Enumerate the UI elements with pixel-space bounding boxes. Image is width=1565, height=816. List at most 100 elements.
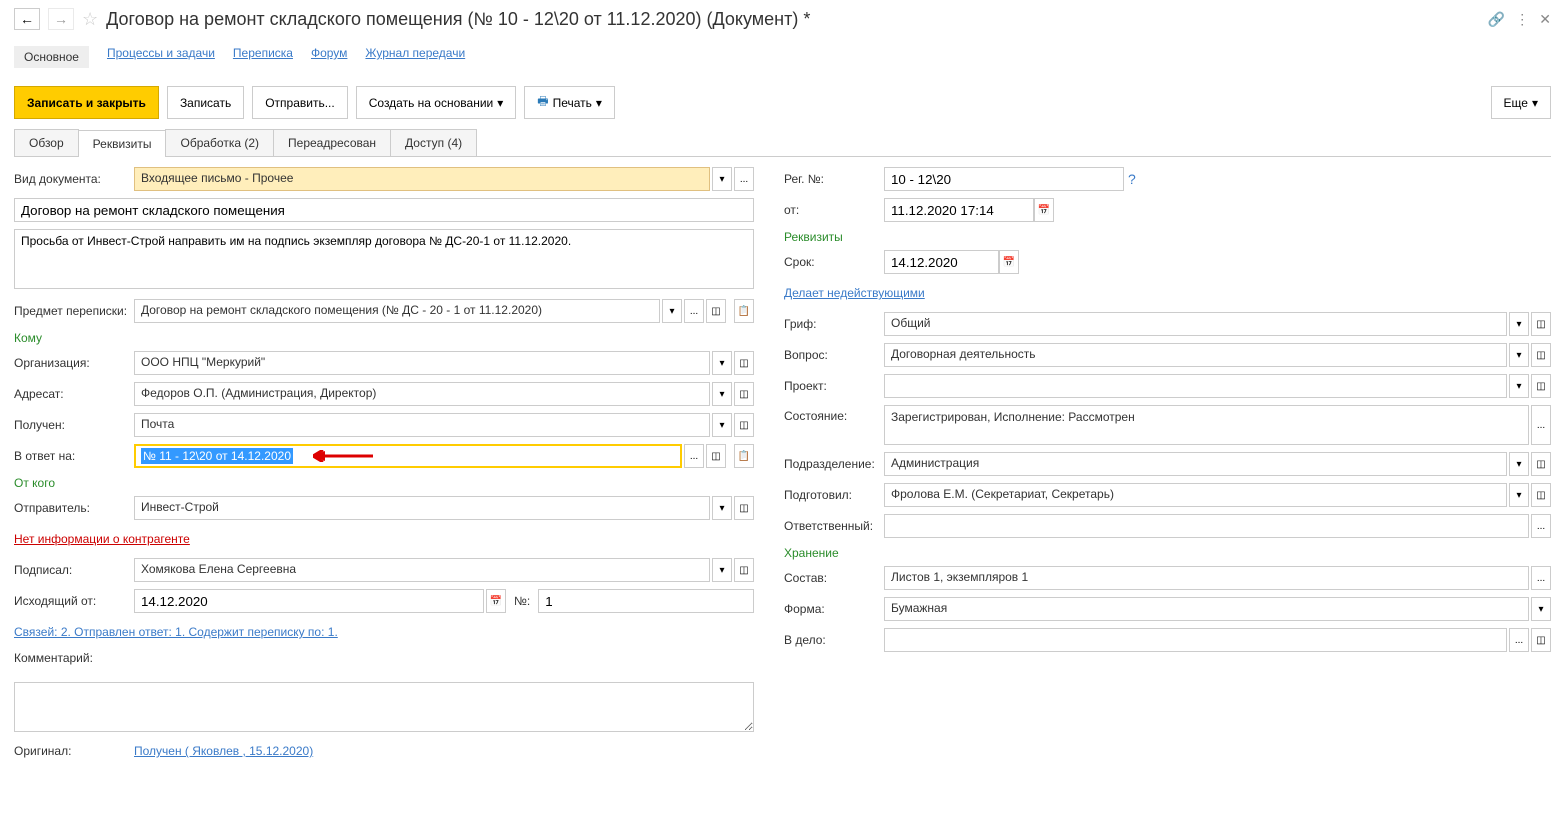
num-input[interactable]	[538, 589, 754, 613]
open-button[interactable]: ◫	[1531, 452, 1551, 476]
invalidates-link[interactable]: Делает недействующими	[784, 286, 925, 300]
dept-label: Подразделение:	[784, 457, 884, 471]
prepared-input[interactable]: Фролова Е.М. (Секретариат, Секретарь)	[884, 483, 1507, 507]
from-label: от:	[784, 203, 884, 217]
otkogo-section-title: От кого	[14, 476, 754, 490]
form-field-input[interactable]: Бумажная	[884, 597, 1529, 621]
open-button[interactable]: ◫	[734, 351, 754, 375]
open-button[interactable]: ◫	[734, 558, 754, 582]
no-contractor-info-link[interactable]: Нет информации о контрагенте	[14, 532, 190, 546]
received-input[interactable]: Почта	[134, 413, 710, 437]
outgoing-from-input[interactable]	[134, 589, 484, 613]
tab-requisites[interactable]: Реквизиты	[78, 130, 167, 157]
to-case-input[interactable]	[884, 628, 1507, 652]
print-button[interactable]: 🖶 Печать ▾	[524, 86, 615, 119]
open-button[interactable]: ◫	[734, 382, 754, 406]
sender-input[interactable]: Инвест-Строй	[134, 496, 710, 520]
from-date-input[interactable]	[884, 198, 1034, 222]
nav-correspondence[interactable]: Переписка	[233, 46, 293, 68]
open-button[interactable]: ◫	[1531, 483, 1551, 507]
chevron-down-icon: ▾	[596, 96, 602, 110]
comment-textarea[interactable]	[14, 682, 754, 732]
org-input[interactable]: ООО НПЦ "Меркурий"	[134, 351, 710, 375]
open-button[interactable]: ◫	[1531, 343, 1551, 367]
copy-button[interactable]: 📋	[734, 444, 754, 468]
open-button[interactable]: ◫	[706, 444, 726, 468]
select-button[interactable]: ...	[1531, 566, 1551, 590]
dropdown-button[interactable]: ▾	[1509, 343, 1529, 367]
composition-label: Состав:	[784, 571, 884, 585]
nav-transfer[interactable]: Журнал передачи	[365, 46, 465, 68]
open-button[interactable]: ◫	[706, 299, 726, 323]
nav-processes[interactable]: Процессы и задачи	[107, 46, 215, 68]
nav-back-button[interactable]: ←	[14, 8, 40, 30]
signed-input[interactable]: Хомякова Елена Сергеевна	[134, 558, 710, 582]
select-button[interactable]: ...	[1531, 405, 1551, 445]
more-button[interactable]: Еще ▾	[1491, 86, 1551, 119]
responsible-input[interactable]	[884, 514, 1529, 538]
tab-forwarded[interactable]: Переадресован	[273, 129, 391, 156]
subject-label: Предмет переписки:	[14, 304, 134, 318]
favorite-star-icon[interactable]: ☆	[82, 9, 98, 30]
tab-access[interactable]: Доступ (4)	[390, 129, 477, 156]
due-input[interactable]	[884, 250, 999, 274]
reg-no-input[interactable]	[884, 167, 1124, 191]
dropdown-button[interactable]: ▾	[1509, 483, 1529, 507]
tab-processing[interactable]: Обработка (2)	[165, 129, 274, 156]
dropdown-button[interactable]: ▾	[712, 167, 732, 191]
dropdown-button[interactable]: ▾	[1509, 374, 1529, 398]
dropdown-button[interactable]: ▾	[1509, 452, 1529, 476]
project-input[interactable]	[884, 374, 1507, 398]
question-input[interactable]: Договорная деятельность	[884, 343, 1507, 367]
select-button[interactable]: ...	[1509, 628, 1529, 652]
copy-button[interactable]: 📋	[734, 299, 754, 323]
calendar-button[interactable]: 📅	[999, 250, 1019, 274]
addressee-input[interactable]: Федоров О.П. (Администрация, Директор)	[134, 382, 710, 406]
links-info-link[interactable]: Связей: 2. Отправлен ответ: 1. Содержит …	[14, 625, 338, 639]
subject-input[interactable]: Договор на ремонт складского помещения (…	[134, 299, 660, 323]
dropdown-button[interactable]: ▾	[712, 351, 732, 375]
select-button[interactable]: ...	[684, 444, 704, 468]
original-link[interactable]: Получен ( Яковлев , 15.12.2020)	[134, 744, 313, 758]
dept-input[interactable]: Администрация	[884, 452, 1507, 476]
menu-icon[interactable]: ⋮	[1515, 11, 1529, 28]
open-button[interactable]: ◫	[1531, 312, 1551, 336]
reply-to-input[interactable]: № 11 - 12\20 от 14.12.2020	[134, 444, 682, 468]
tab-overview[interactable]: Обзор	[14, 129, 79, 156]
dropdown-button[interactable]: ▾	[1509, 312, 1529, 336]
dropdown-button[interactable]: ▾	[712, 413, 732, 437]
open-button[interactable]: ◫	[734, 496, 754, 520]
save-close-button[interactable]: Записать и закрыть	[14, 86, 159, 119]
dropdown-button[interactable]: ▾	[662, 299, 682, 323]
select-button[interactable]: ...	[1531, 514, 1551, 538]
select-button[interactable]: ...	[734, 167, 754, 191]
create-based-button[interactable]: Создать на основании ▾	[356, 86, 517, 119]
send-button[interactable]: Отправить...	[252, 86, 348, 119]
select-button[interactable]: ...	[684, 299, 704, 323]
doc-type-input[interactable]: Входящее письмо - Прочее	[134, 167, 710, 191]
open-button[interactable]: ◫	[1531, 374, 1551, 398]
dropdown-button[interactable]: ▾	[712, 382, 732, 406]
dropdown-button[interactable]: ▾	[712, 558, 732, 582]
state-box[interactable]: Зарегистрирован, Исполнение: Рассмотрен	[884, 405, 1529, 445]
chevron-down-icon: ▾	[497, 96, 503, 110]
save-button[interactable]: Записать	[167, 86, 244, 119]
description-textarea[interactable]: Просьба от Инвест-Строй направить им на …	[14, 229, 754, 289]
link-icon[interactable]: 🔗	[1488, 11, 1505, 28]
open-button[interactable]: ◫	[734, 413, 754, 437]
dropdown-button[interactable]: ▾	[712, 496, 732, 520]
open-button[interactable]: ◫	[1531, 628, 1551, 652]
help-icon[interactable]: ?	[1128, 171, 1136, 187]
calendar-button[interactable]: 📅	[1034, 198, 1054, 222]
grif-input[interactable]: Общий	[884, 312, 1507, 336]
requisites-section-title: Реквизиты	[784, 230, 1551, 244]
composition-input[interactable]: Листов 1, экземпляров 1	[884, 566, 1529, 590]
close-icon[interactable]: ✕	[1539, 11, 1551, 28]
dropdown-button[interactable]: ▾	[1531, 597, 1551, 621]
doc-title-input[interactable]	[14, 198, 754, 222]
nav-forward-button[interactable]: →	[48, 8, 74, 30]
reply-to-link[interactable]: № 11 - 12\20 от 14.12.2020	[141, 448, 293, 464]
calendar-button[interactable]: 📅	[486, 589, 506, 613]
nav-forum[interactable]: Форум	[311, 46, 347, 68]
nav-main[interactable]: Основное	[14, 46, 89, 68]
